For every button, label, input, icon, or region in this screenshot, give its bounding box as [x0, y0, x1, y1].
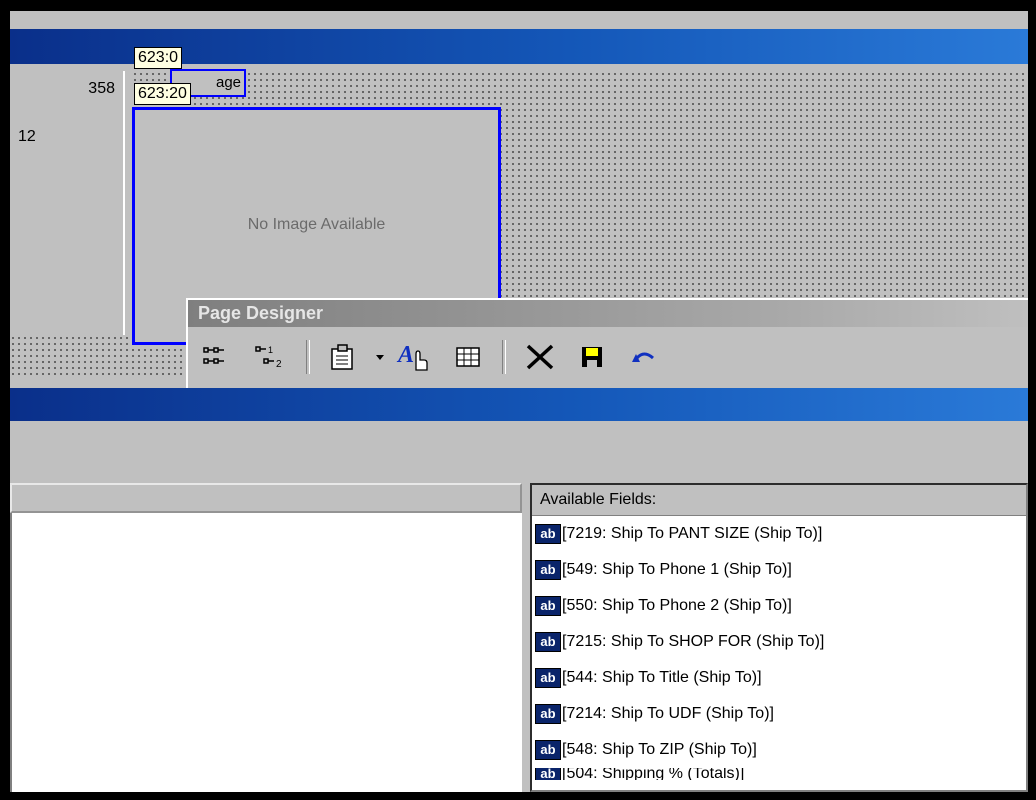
- field-label: [550: Ship To Phone 2 (Ship To)]: [562, 597, 792, 614]
- undo-icon[interactable]: [618, 339, 670, 375]
- field-list-item[interactable]: ab [7215: Ship To SHOP FOR (Ship To)]: [532, 624, 1026, 660]
- left-ruler-panel: 358 12: [10, 71, 125, 341]
- text-pointer-icon[interactable]: A: [390, 339, 442, 375]
- page-label-text: age: [216, 74, 242, 91]
- svg-text:1: 1: [268, 345, 273, 355]
- position-tooltip-top: 623:0: [134, 47, 183, 69]
- toolbar-separator: [502, 340, 506, 374]
- page-designer-toolbar: Page Designer 1 2 A: [186, 298, 1028, 390]
- table-icon[interactable]: [442, 339, 494, 375]
- position-tooltip-bottom: 623:20: [134, 83, 191, 105]
- text-field-icon: ab: [535, 524, 561, 544]
- dropdown-arrow-icon[interactable]: [370, 339, 390, 375]
- field-label: [7215: Ship To SHOP FOR (Ship To)]: [562, 633, 825, 650]
- text-field-icon: ab: [535, 768, 561, 780]
- available-fields-header[interactable]: Available Fields:: [532, 485, 1026, 516]
- text-field-icon: ab: [535, 596, 561, 616]
- field-list-item[interactable]: ab [504: Shipping % (Totals)]: [532, 768, 1026, 780]
- properties-icon[interactable]: [318, 339, 370, 375]
- left-list-panel: [10, 483, 522, 792]
- text-field-icon: ab: [535, 668, 561, 688]
- field-list-item[interactable]: ab [549: Ship To Phone 1 (Ship To)]: [532, 552, 1026, 588]
- svg-text:2: 2: [276, 359, 282, 370]
- field-label: [7214: Ship To UDF (Ship To)]: [562, 705, 774, 722]
- page-designer-title[interactable]: Page Designer: [188, 300, 1028, 327]
- field-list-item[interactable]: ab [7219: Ship To PANT SIZE (Ship To)]: [532, 516, 1026, 552]
- toolbar-separator: [306, 340, 310, 374]
- field-label: [549: Ship To Phone 1 (Ship To)]: [562, 561, 792, 578]
- text-field-icon: ab: [535, 704, 561, 724]
- text-field-icon: ab: [535, 740, 561, 760]
- field-list-item[interactable]: ab [548: Ship To ZIP (Ship To)]: [532, 732, 1026, 768]
- list-layout-icon[interactable]: [194, 339, 246, 375]
- available-fields-list: ab [7219: Ship To PANT SIZE (Ship To)] ab[…: [532, 516, 1026, 780]
- left-list-header[interactable]: [10, 483, 522, 513]
- text-field-icon: ab: [535, 560, 561, 580]
- text-field-icon: ab: [535, 632, 561, 652]
- field-list-item[interactable]: ab [550: Ship To Phone 2 (Ship To)]: [532, 588, 1026, 624]
- designer-window: 358 12 age No Image Available 623:0 623:…: [10, 11, 1028, 792]
- field-label: [504: Shipping % (Totals)]: [562, 768, 745, 780]
- field-label: [7219: Ship To PANT SIZE (Ship To)]: [562, 525, 823, 542]
- field-label: [548: Ship To ZIP (Ship To)]: [562, 741, 757, 758]
- field-list-item[interactable]: ab [7214: Ship To UDF (Ship To)]: [532, 696, 1026, 732]
- left-panel-value-bottom: 12: [18, 128, 36, 145]
- left-list-body[interactable]: [10, 513, 522, 792]
- available-fields-panel: Available Fields: ab [7219: Ship To PANT …: [530, 483, 1028, 792]
- numbered-layout-icon[interactable]: 1 2: [246, 339, 298, 375]
- field-list-item[interactable]: ab [544: Ship To Title (Ship To)]: [532, 660, 1026, 696]
- field-label: [544: Ship To Title (Ship To)]: [562, 669, 762, 686]
- left-panel-value-top: 358: [88, 80, 115, 97]
- save-icon[interactable]: [566, 339, 618, 375]
- delete-icon[interactable]: [514, 339, 566, 375]
- lower-toolbar-area: [10, 421, 1028, 481]
- lower-title-bar[interactable]: [10, 388, 1028, 421]
- svg-text:A: A: [396, 342, 414, 368]
- no-image-text: No Image Available: [247, 216, 386, 233]
